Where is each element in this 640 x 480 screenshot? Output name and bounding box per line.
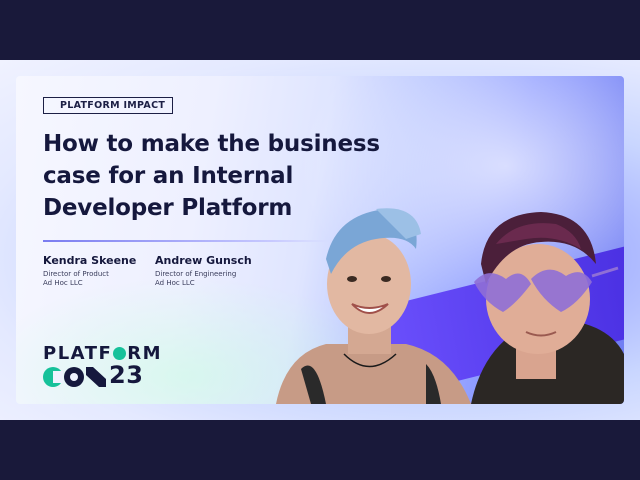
speaker-name: Andrew Gunsch bbox=[155, 254, 252, 267]
logo-o-hole bbox=[70, 373, 78, 381]
speaker-2-portrait bbox=[471, 212, 624, 404]
speaker-name: Kendra Skeene bbox=[43, 254, 137, 267]
letterbox-top bbox=[0, 0, 640, 60]
logo-year: 23 bbox=[109, 361, 144, 389]
logo-wordmark: PLATF RM bbox=[43, 343, 163, 364]
speaker-1: Kendra Skeene Director of Product Ad Hoc… bbox=[43, 254, 136, 288]
title-line: How to make the business bbox=[43, 131, 380, 157]
logo-o-dot-icon bbox=[113, 347, 127, 360]
speaker-role: Director of Engineering bbox=[155, 270, 237, 278]
speaker-1-portrait bbox=[276, 208, 471, 404]
speaker-2: Andrew Gunsch Director of Engineering Ad… bbox=[155, 254, 252, 288]
video-frame: PLATFORM IMPACT How to make the business… bbox=[0, 60, 640, 420]
speaker-role: Director of Product bbox=[43, 270, 109, 278]
speaker-org: Ad Hoc LLC bbox=[43, 279, 83, 287]
logo-c-cutout bbox=[53, 371, 63, 383]
title-card: PLATFORM IMPACT How to make the business… bbox=[16, 76, 624, 404]
speakers-photo bbox=[276, 208, 624, 404]
logo-n-shape bbox=[86, 367, 106, 387]
title-line: case for an Internal bbox=[43, 163, 294, 189]
letterbox-bottom bbox=[0, 420, 640, 480]
speaker-org: Ad Hoc LLC bbox=[155, 279, 195, 287]
category-badge: PLATFORM IMPACT bbox=[43, 97, 173, 114]
